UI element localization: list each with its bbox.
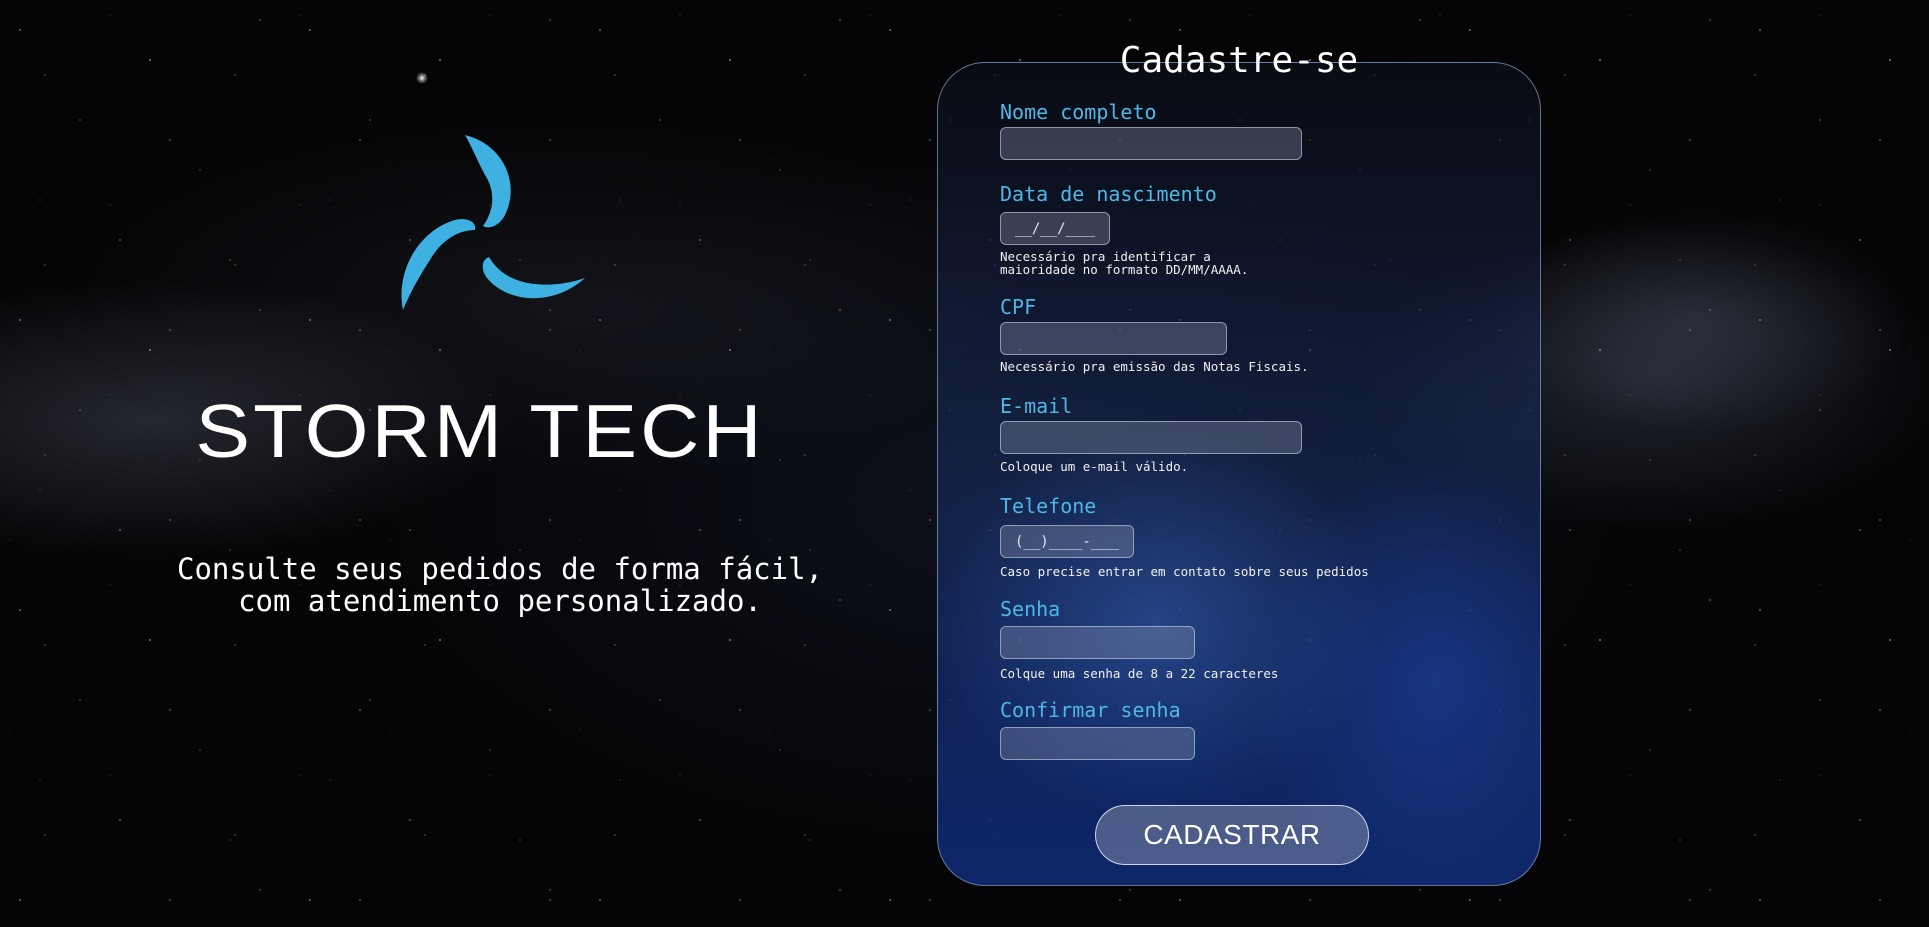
password-hint: Colque uma senha de 8 a 22 caracteres	[1000, 666, 1279, 681]
birth-date-label: Data de nascimento	[1000, 182, 1217, 206]
email-input[interactable]	[1000, 421, 1302, 454]
signup-page: STORM TECH Consulte seus pedidos de form…	[0, 0, 1929, 927]
full-name-label: Nome completo	[1000, 100, 1157, 124]
phone-input[interactable]	[1000, 525, 1134, 558]
password-label: Senha	[1000, 597, 1061, 621]
password-input[interactable]	[1000, 626, 1195, 659]
confirm-password-label: Confirmar senha	[1000, 698, 1181, 722]
cpf-label: CPF	[1000, 295, 1037, 319]
bright-star	[416, 72, 428, 84]
phone-label: Telefone	[1000, 494, 1097, 518]
signup-submit-button[interactable]: CADASTRAR	[1095, 805, 1369, 865]
full-name-input[interactable]	[1000, 127, 1302, 160]
form-title: Cadastre-se	[1119, 40, 1359, 81]
phone-hint: Caso precise entrar em contato sobre seu…	[1000, 564, 1369, 579]
cpf-input[interactable]	[1000, 322, 1227, 355]
storm-swirl-icon	[401, 135, 585, 310]
brand-name: STORM TECH	[195, 389, 765, 474]
brand-tagline: Consulte seus pedidos de forma fácil, co…	[176, 552, 823, 618]
email-hint: Coloque um e-mail válido.	[1000, 459, 1189, 474]
birth-date-input[interactable]	[1000, 212, 1110, 245]
email-label: E-mail	[1000, 394, 1073, 418]
confirm-password-input[interactable]	[1000, 727, 1195, 760]
cpf-hint: Necessário pra emissão das Notas Fiscais…	[1000, 359, 1309, 374]
birth-date-hint: Necessário pra identificar a maioridade …	[1000, 249, 1249, 277]
